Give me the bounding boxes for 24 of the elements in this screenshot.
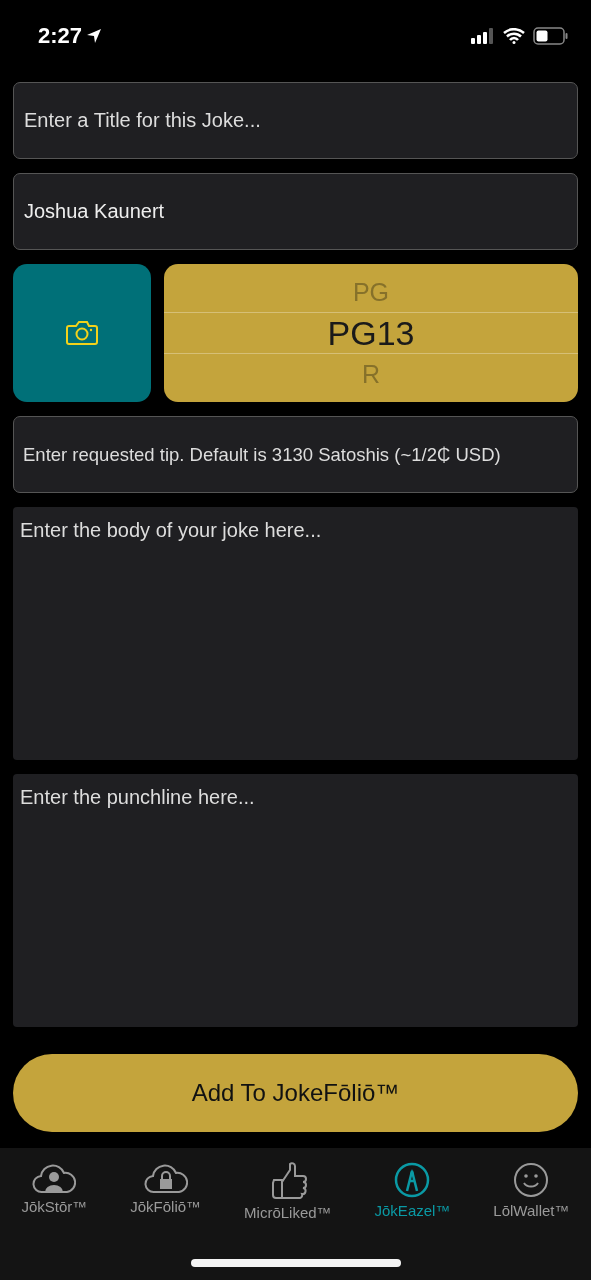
- signal-icon: [471, 28, 495, 44]
- cloud-lock-icon: [143, 1162, 188, 1194]
- tab-item[interactable]: JōkEazel™: [374, 1162, 451, 1228]
- battery-icon: [533, 27, 569, 45]
- camera-icon: [66, 320, 98, 346]
- tab-item[interactable]: MicrōLiked™: [244, 1162, 332, 1228]
- wifi-icon: [503, 28, 525, 44]
- tip-field[interactable]: Enter requested tip. Default is 3130 Satoshis (~1/2₵ USD): [13, 416, 578, 493]
- joke-body-field[interactable]: Enter the body of your joke here...: [13, 507, 578, 760]
- author-field[interactable]: Joshua Kaunert: [13, 173, 578, 250]
- tab-item[interactable]: JōkFōliō™: [130, 1162, 202, 1228]
- photo-button[interactable]: [13, 264, 151, 402]
- smiley-icon: [513, 1162, 550, 1198]
- punchline-field[interactable]: Enter the punchline here...: [13, 774, 578, 1027]
- rating-picker[interactable]: PG PG13 R: [164, 264, 578, 402]
- tab-item[interactable]: JōkStōr™: [21, 1162, 88, 1228]
- status-time: 2:27: [38, 23, 83, 49]
- title-field[interactable]: Enter a Title for this Joke...: [13, 82, 578, 159]
- pen-nib-icon: [394, 1162, 431, 1198]
- tab-item[interactable]: LōlWallet™: [493, 1162, 570, 1228]
- location-arrow-icon: [86, 28, 103, 44]
- add-button[interactable]: Add To JokeFōliō™: [13, 1054, 578, 1132]
- rating-option[interactable]: PG13: [164, 312, 578, 354]
- cloud-person-icon: [32, 1162, 77, 1194]
